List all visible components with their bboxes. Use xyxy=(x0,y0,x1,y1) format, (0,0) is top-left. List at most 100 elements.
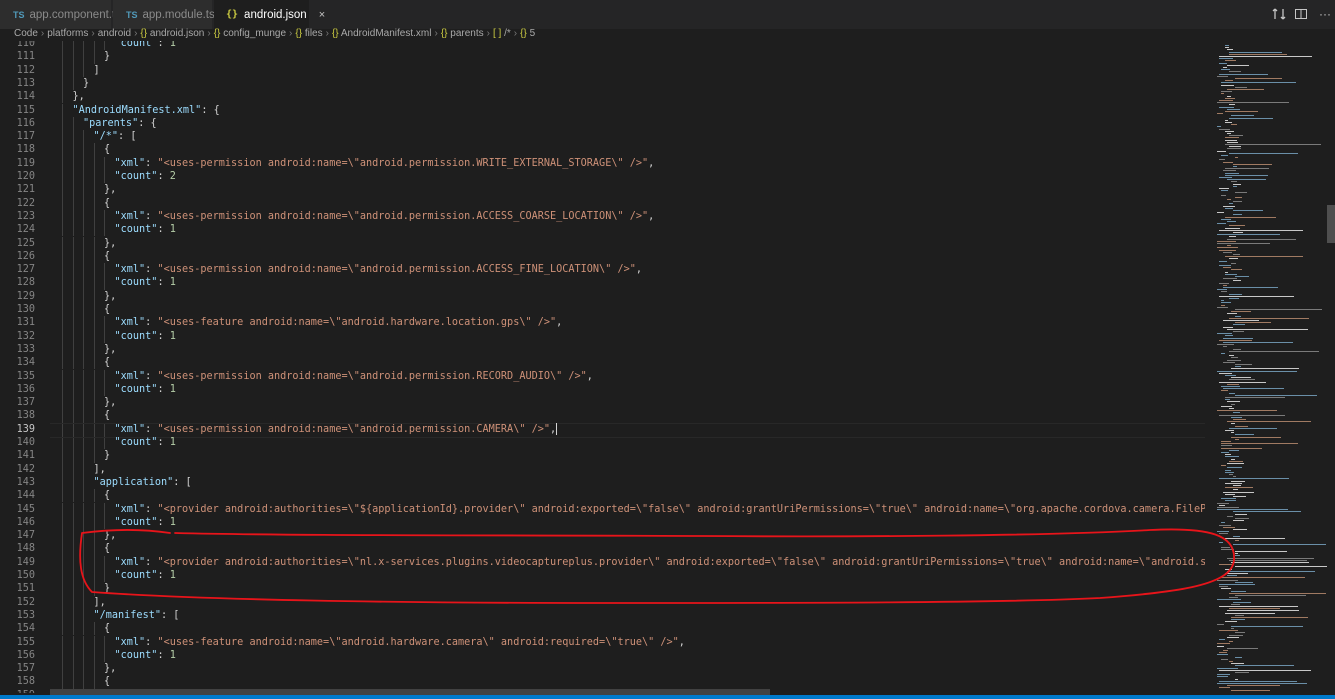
json-string: "<uses-feature android:name=\"android.ha… xyxy=(157,317,557,329)
code-line[interactable]: 135 "xml": "<uses-permission android:name… xyxy=(0,370,1205,383)
code-text: "count": 1 xyxy=(115,223,176,236)
vertical-scrollbar[interactable] xyxy=(1327,205,1335,243)
code-line[interactable]: 145 "xml": "<provider android:authorities… xyxy=(0,503,1205,516)
status-bar xyxy=(0,695,1335,699)
minimap-line xyxy=(1229,641,1234,643)
code-line[interactable]: 155 "xml": "<uses-feature android:name=\"… xyxy=(0,636,1205,649)
breadcrumb-item[interactable]: Code xyxy=(14,28,38,39)
breadcrumb-item[interactable]: {} android.json xyxy=(140,28,204,39)
code-line[interactable]: 157}, xyxy=(0,662,1205,675)
code-line[interactable]: 119 "xml": "<uses-permission android:name… xyxy=(0,157,1205,170)
code-line[interactable]: 132 "count": 1 xyxy=(0,330,1205,343)
punctuation: : xyxy=(145,264,158,276)
code-line[interactable]: 138 { xyxy=(0,409,1205,422)
code-line[interactable]: 151} xyxy=(0,582,1205,595)
minimap-line xyxy=(1219,524,1232,526)
more-actions-icon[interactable]: ··· xyxy=(1316,7,1334,21)
breadcrumb-item[interactable]: {} parents xyxy=(441,28,484,39)
breadcrumb-item[interactable]: android xyxy=(98,28,131,39)
json-string: "<uses-permission android:name=\"android… xyxy=(157,370,587,382)
breadcrumb-item[interactable]: {} files xyxy=(295,28,322,39)
code-line[interactable]: 113} xyxy=(0,77,1205,90)
code-line[interactable]: 116 "parents": { xyxy=(0,117,1205,130)
punctuation: { xyxy=(104,144,111,156)
code-editor[interactable]: 110 "count": 1 111} 112] 113} 114}, 115 "Androi… xyxy=(0,41,1205,693)
code-line[interactable]: 121}, xyxy=(0,183,1205,196)
code-text: ], xyxy=(94,596,106,609)
breadcrumb-item[interactable]: {} 5 xyxy=(520,28,535,39)
code-line[interactable]: 137}, xyxy=(0,396,1205,409)
code-line[interactable]: 117 "/*": [ xyxy=(0,130,1205,143)
code-line[interactable]: 123 "xml": "<uses-permission android:name… xyxy=(0,210,1205,223)
code-line[interactable]: 124 "count": 1 xyxy=(0,223,1205,236)
code-line[interactable]: 112] xyxy=(0,64,1205,77)
code-line[interactable]: 134 { xyxy=(0,356,1205,369)
code-line[interactable]: 149 "xml": "<provider android:authorities… xyxy=(0,556,1205,569)
line-number: 142 xyxy=(16,463,35,475)
git-compare-icon[interactable] xyxy=(1272,7,1286,21)
minimap-line xyxy=(1233,485,1241,486)
tab-app-component[interactable]: TS app.component.ts xyxy=(0,0,121,29)
code-line[interactable]: 125}, xyxy=(0,237,1205,250)
minimap[interactable] xyxy=(1205,41,1335,693)
breadcrumb-separator: › xyxy=(134,28,138,39)
tab-android-json[interactable]: {} android.json × xyxy=(214,0,325,29)
code-line[interactable]: 122 { xyxy=(0,197,1205,210)
code-line[interactable]: 126 { xyxy=(0,250,1205,263)
code-line[interactable]: 150 "count": 1 xyxy=(0,569,1205,582)
breadcrumb-item[interactable]: {} AndroidManifest.xml xyxy=(332,28,432,39)
minimap-line xyxy=(1219,106,1235,108)
minimap-line xyxy=(1231,436,1282,438)
code-line[interactable]: 153 "/manifest": [ xyxy=(0,609,1205,622)
minimap-line xyxy=(1225,271,1229,273)
code-line[interactable]: 154 { xyxy=(0,622,1205,635)
code-text: "xml": "<uses-permission android:name=\"… xyxy=(115,263,643,276)
minimap-line xyxy=(1217,247,1239,249)
code-line[interactable]: 118 { xyxy=(0,143,1205,156)
code-line[interactable]: 133}, xyxy=(0,343,1205,356)
code-line[interactable]: 146 "count": 1 xyxy=(0,516,1205,529)
code-line[interactable]: 110 "count": 1 xyxy=(0,41,1205,50)
code-line[interactable]: 111} xyxy=(0,50,1205,63)
tab-app-module[interactable]: TS app.module.ts xyxy=(113,0,215,29)
minimap-line xyxy=(1231,124,1238,126)
code-line[interactable]: 156 "count": 1 xyxy=(0,649,1205,662)
code-line[interactable]: 130 { xyxy=(0,303,1205,316)
code-text: "application": [ xyxy=(94,476,192,489)
code-line[interactable]: 152], xyxy=(0,596,1205,609)
code-line[interactable]: 131 "xml": "<uses-feature android:name=\"… xyxy=(0,316,1205,329)
code-line[interactable]: 128 "count": 1 xyxy=(0,276,1205,289)
breadcrumb-item[interactable]: {} config_munge xyxy=(214,28,286,39)
close-icon[interactable]: × xyxy=(319,9,325,21)
code-line[interactable]: 114}, xyxy=(0,90,1205,103)
json-number: 1 xyxy=(169,570,176,581)
code-line[interactable]: 120 "count": 2 xyxy=(0,170,1205,183)
code-line[interactable]: 141} xyxy=(0,449,1205,462)
breadcrumb-item[interactable]: platforms xyxy=(47,28,88,39)
code-line[interactable]: 129}, xyxy=(0,290,1205,303)
code-line[interactable]: 143 "application": [ xyxy=(0,476,1205,489)
split-editor-icon[interactable] xyxy=(1294,7,1308,21)
breadcrumb-item[interactable]: [ ] /* xyxy=(493,28,511,39)
minimap-line xyxy=(1217,126,1221,128)
minimap-line xyxy=(1219,56,1312,57)
minimap-line xyxy=(1217,370,1297,372)
minimap-line xyxy=(1235,566,1328,568)
code-line[interactable]: 148 { xyxy=(0,542,1205,555)
minimap-line xyxy=(1229,152,1298,154)
code-line[interactable]: 142], xyxy=(0,463,1205,476)
code-line[interactable]: 127 "xml": "<uses-permission android:name… xyxy=(0,263,1205,276)
code-line[interactable]: 140 "count": 1 xyxy=(0,436,1205,449)
minimap-line xyxy=(1233,511,1302,513)
code-line[interactable]: 158 { xyxy=(0,675,1205,688)
minimap-line xyxy=(1223,278,1237,280)
code-text: } xyxy=(104,582,110,595)
minimap-line xyxy=(1231,628,1235,629)
code-line[interactable]: 139 "xml": "<uses-permission android:name… xyxy=(0,422,1205,436)
code-line[interactable]: 136 "count": 1 xyxy=(0,383,1205,396)
code-text: "parents": { xyxy=(83,117,157,130)
punctuation: : xyxy=(157,41,170,49)
code-line[interactable]: 144 { xyxy=(0,489,1205,502)
code-line[interactable]: 115 "AndroidManifest.xml": { xyxy=(0,104,1205,117)
code-line[interactable]: 147}, xyxy=(0,529,1205,542)
